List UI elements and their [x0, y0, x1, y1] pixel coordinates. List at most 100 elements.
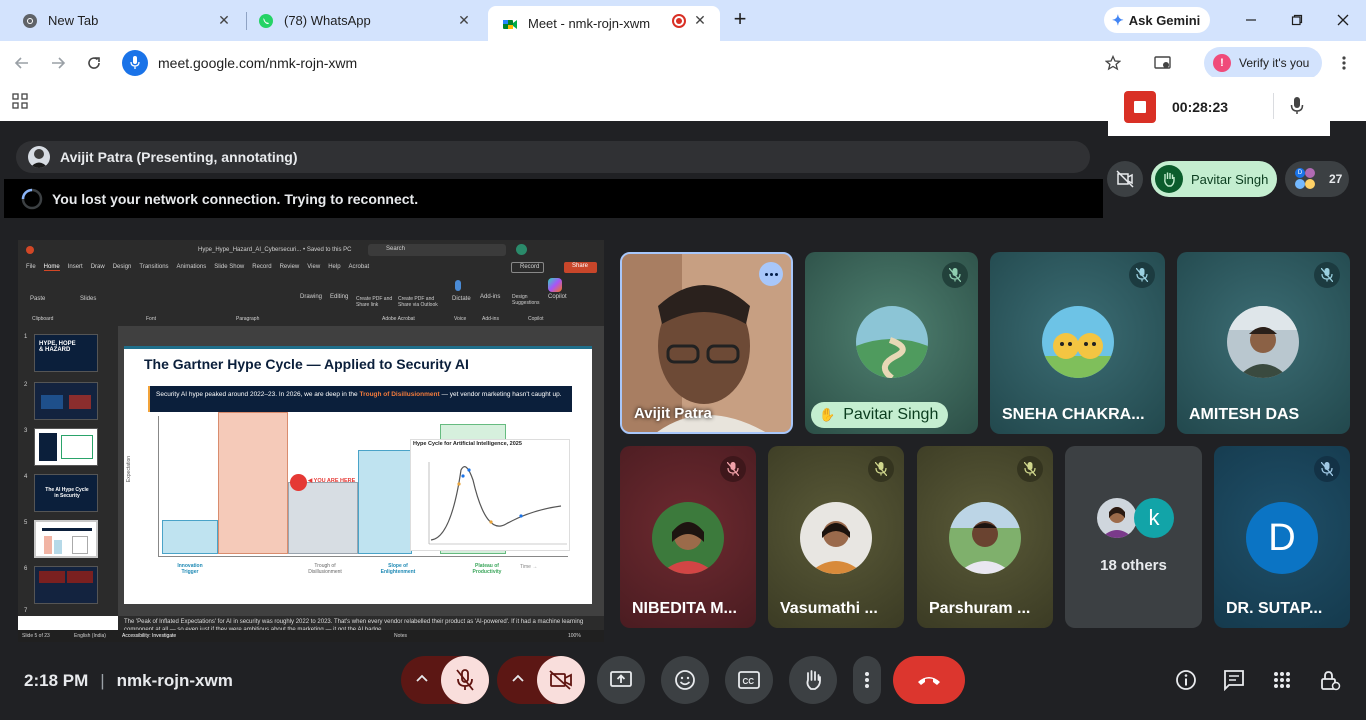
bookmark-star-icon[interactable] [1103, 53, 1123, 73]
more-options-icon[interactable] [759, 262, 783, 286]
participant-tile-pavitar[interactable]: ✋ Pavitar Singh [805, 252, 978, 434]
present-screen-button[interactable] [597, 656, 645, 704]
ppt-ribbon-addins[interactable]: Add-ins [480, 294, 500, 300]
hang-up-icon [918, 677, 940, 685]
more-options-button[interactable] [853, 656, 881, 704]
phase-label: Innovation Trigger [177, 563, 203, 575]
host-controls-lock-icon[interactable] [1318, 668, 1342, 692]
ppt-menu-item[interactable]: File [26, 264, 36, 271]
participant-tile-sneha[interactable]: SNEHA CHAKRA... [990, 252, 1165, 434]
ppt-record-button[interactable]: Record [511, 262, 544, 273]
tab-whatsapp[interactable]: (78) WhatsApp ✕ [244, 6, 484, 35]
ppt-share-button[interactable]: Share [564, 262, 597, 273]
ppt-menu-item[interactable]: Insert [68, 264, 83, 271]
slide-thumbnail[interactable] [34, 382, 98, 420]
reload-icon[interactable] [84, 53, 104, 73]
close-window-button[interactable] [1328, 8, 1358, 32]
captions-button[interactable]: CC [725, 656, 773, 704]
slide-thumbnail[interactable] [34, 428, 98, 466]
minimize-button[interactable] [1236, 8, 1266, 32]
ppt-menu-item[interactable]: Record [252, 264, 271, 271]
kebab-menu-icon[interactable] [1334, 53, 1354, 73]
chat-icon[interactable] [1222, 668, 1246, 692]
avatar: k [1134, 498, 1174, 538]
apps-grid-icon[interactable] [12, 93, 28, 109]
activities-grid-icon[interactable] [1270, 668, 1294, 692]
ppt-ribbon-editing[interactable]: Editing [330, 294, 348, 300]
participant-tile-avijit[interactable]: Avijit Patra [620, 252, 793, 434]
status-accessibility[interactable]: Accessibility: Investigate [122, 633, 176, 639]
slide-thumbnail[interactable] [34, 566, 98, 604]
camera-off-button[interactable] [1107, 161, 1143, 197]
back-arrow-icon[interactable] [12, 53, 32, 73]
ppt-ribbon-create-pdf[interactable]: Create PDF and Share link [356, 296, 394, 308]
ppt-ribbon-slides[interactable]: Slides [80, 296, 96, 302]
ppt-ribbon-drawing[interactable]: Drawing [300, 294, 322, 300]
copilot-icon [548, 278, 562, 292]
ppt-group-paragraph: Paragraph [236, 316, 260, 322]
ppt-ribbon-paste[interactable]: Paste [30, 296, 45, 302]
tab-new-tab[interactable]: New Tab ✕ [8, 6, 244, 35]
cast-tab-icon[interactable] [1153, 53, 1173, 73]
slide-thumbnail[interactable]: The AI Hype Cycle in Security [34, 474, 98, 512]
ppt-menu-item[interactable]: Design [113, 264, 132, 271]
ppt-menu-item[interactable]: Animations [177, 264, 207, 271]
time-axis-label: Time → [520, 564, 538, 570]
ask-gemini-button[interactable]: ✦ Ask Gemini [1104, 7, 1210, 33]
verify-profile-button[interactable]: ! Verify it's you [1204, 47, 1322, 79]
stop-recording-button[interactable] [1124, 90, 1156, 123]
slide-thumbnail[interactable]: HYPE, HOPE & HAZARD [34, 334, 98, 372]
ppt-menu-item[interactable]: Draw [91, 264, 105, 271]
status-notes-button[interactable]: Notes [394, 633, 407, 639]
hand-raised-chip[interactable]: Pavitar Singh [1151, 161, 1277, 197]
ppt-menu-item[interactable]: Acrobat [349, 264, 370, 271]
status-zoom[interactable]: 100% [568, 633, 581, 639]
video-options-chevron-icon[interactable] [511, 673, 525, 683]
new-tab-button[interactable]: + [728, 8, 752, 32]
camera-toggle-button[interactable] [537, 656, 585, 704]
ppt-menu-item[interactable]: Review [280, 264, 300, 271]
raise-hand-button[interactable] [789, 656, 837, 704]
presenter-label: Avijit Patra (Presenting, annotating) [60, 149, 298, 165]
participant-tile-nibedita[interactable]: NIBEDITA M... [620, 446, 756, 628]
participant-tile-amitesh[interactable]: AMITESH DAS [1177, 252, 1350, 434]
avatar-letter: D [1268, 516, 1296, 559]
ppt-ribbon-create-pdf-outlook[interactable]: Create PDF and Share via Outlook [398, 296, 442, 308]
forward-arrow-icon[interactable] [48, 53, 68, 73]
ppt-search-placeholder: Search [386, 246, 406, 252]
clock-time: 2:18 PM [24, 671, 89, 690]
participant-tile-sutap[interactable]: D DR. SUTAP... [1214, 446, 1350, 628]
mic-toggle-button[interactable] [441, 656, 489, 704]
raised-hand-icon: ✋ [819, 407, 836, 422]
ppt-menu-item[interactable]: Help [328, 264, 340, 271]
reactions-button[interactable] [661, 656, 709, 704]
leave-call-button[interactable] [893, 656, 965, 704]
mic-site-icon[interactable] [122, 50, 148, 76]
mic-off-icon [942, 262, 968, 288]
thumb-number: 5 [24, 520, 28, 526]
ppt-ribbon-dictate[interactable]: Dictate [452, 296, 471, 302]
participant-tile-parshuram[interactable]: Parshuram ... [917, 446, 1053, 628]
participant-tile-vasumathi[interactable]: Vasumathi ... [768, 446, 904, 628]
tab-meet[interactable]: Meet - nmk-rojn-xwm ✕ [488, 6, 720, 41]
avatar [949, 502, 1021, 574]
tab-close-icon[interactable]: ✕ [456, 12, 472, 28]
slide-thumbnail-selected[interactable] [34, 520, 98, 558]
participant-tile-others[interactable]: k 18 others [1065, 446, 1202, 628]
tab-close-icon[interactable]: ✕ [216, 12, 232, 28]
restore-button[interactable] [1282, 8, 1312, 32]
meeting-info-icon[interactable] [1174, 668, 1198, 692]
ppt-menu-item[interactable]: Slide Show [214, 264, 244, 271]
ppt-menu-item[interactable]: Transitions [139, 264, 168, 271]
tab-close-icon[interactable]: ✕ [692, 12, 708, 28]
ppt-menu-item[interactable]: Home [43, 264, 60, 271]
ppt-ribbon-design[interactable]: Design Suggestions [512, 294, 542, 306]
ppt-search-box[interactable]: Search [368, 244, 506, 256]
audio-options-chevron-icon[interactable] [415, 673, 429, 683]
ppt-menu-item[interactable]: View [307, 264, 320, 271]
address-bar[interactable]: meet.google.com/nmk-rojn-xwm [120, 47, 1140, 79]
ppt-ribbon-copilot[interactable]: Copilot [548, 294, 567, 300]
mic-icon[interactable] [1290, 97, 1306, 115]
notes-text: The 'Peak of Inflated Expectations' for … [124, 619, 584, 630]
participants-button[interactable]: D 27 [1285, 161, 1349, 197]
